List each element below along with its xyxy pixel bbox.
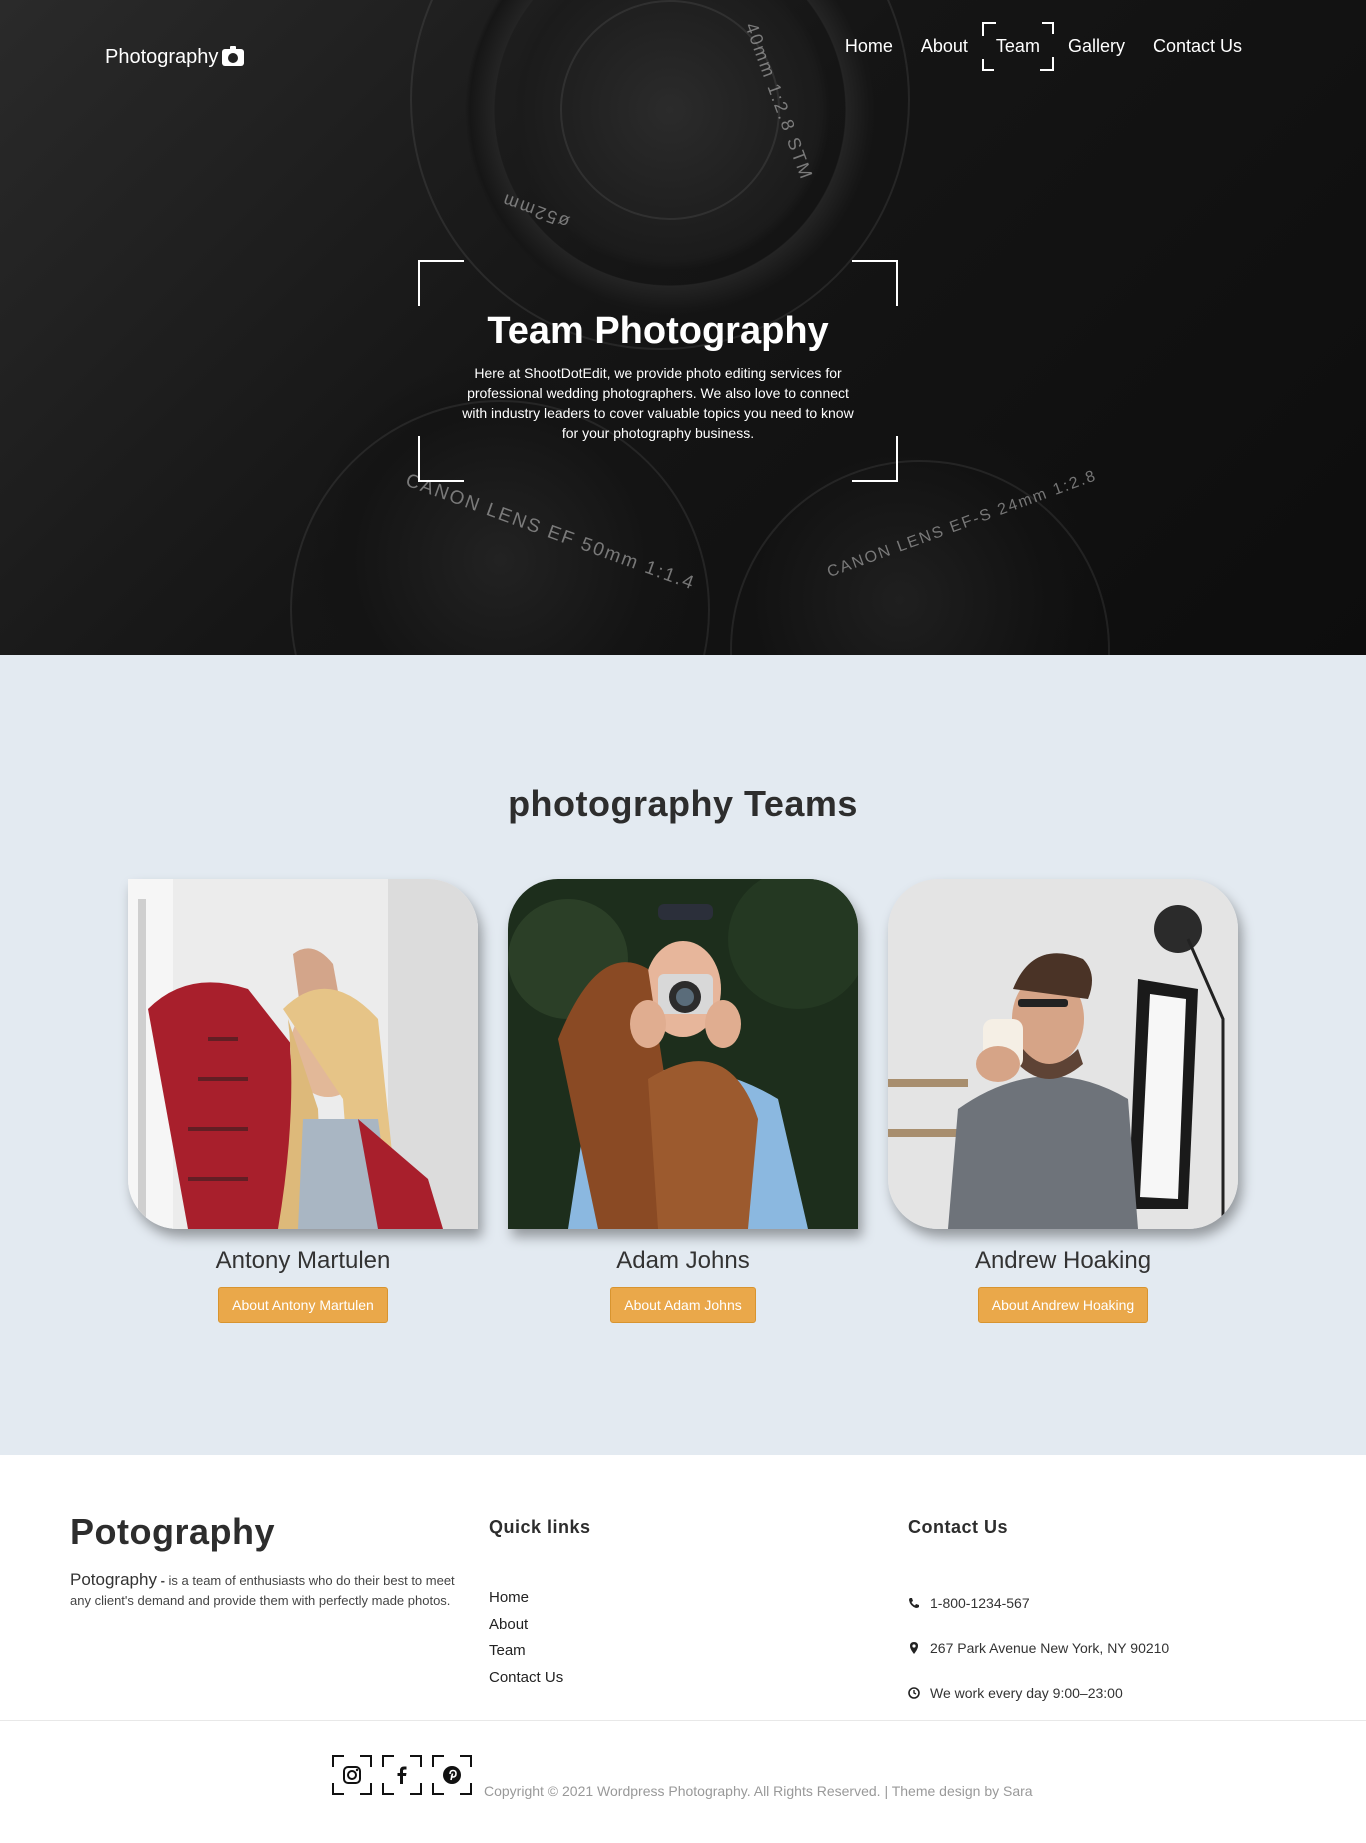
facebook-icon [397,1766,407,1784]
facebook-link[interactable] [382,1755,422,1795]
hero-title: Team Photography [487,310,829,352]
quick-link-home[interactable]: Home [489,1585,563,1612]
frame-corner [852,436,898,482]
footer-brand: Potography [70,1511,276,1552]
frame-corner [418,260,464,306]
phone-icon [909,1597,919,1608]
hero-description: Here at ShootDotEdit, we provide photo e… [462,365,854,441]
member-name: Adam Johns [616,1247,750,1274]
footer-description: Potography - is a team of enthusiasts wh… [70,1570,460,1611]
about-member-button[interactable]: About Adam Johns [610,1287,756,1323]
quick-link-contact[interactable]: Contact Us [489,1665,563,1692]
nav-contact[interactable]: Contact Us [1139,22,1256,71]
instagram-icon [343,1766,361,1784]
team-section: photography Teams Antony Martulen About … [0,655,1366,1455]
nav-team-label: Team [995,36,1040,56]
copyright-text: Copyright © 2021 Wordpress Photography. … [484,1783,1033,1799]
pinterest-link[interactable] [432,1755,472,1795]
member-name: Antony Martulen [215,1247,391,1274]
quick-link-team[interactable]: Team [489,1638,563,1665]
instagram-link[interactable] [332,1755,372,1795]
contact-address: 267 Park Avenue New York, NY 90210 [908,1625,1169,1670]
contact-phone: 1-800-1234-567 [908,1580,1169,1625]
phone-text: 1-800-1234-567 [930,1594,1030,1611]
social-links [332,1755,472,1795]
hero-section: 40mm 1:2.8 STM ø52mm CANON LENS EF 50mm … [0,0,1366,655]
contact-title: Contact Us [908,1517,1009,1537]
quick-links-title: Quick links [489,1517,591,1537]
member-name: Andrew Hoaking [974,1247,1152,1274]
contact-hours: We work every day 9:00–23:00 [908,1670,1169,1715]
nav-home[interactable]: Home [831,22,907,71]
clock-icon [908,1686,920,1699]
nav-gallery[interactable]: Gallery [1054,22,1139,71]
about-member-button[interactable]: About Antony Martulen [218,1287,388,1323]
address-text: 267 Park Avenue New York, NY 90210 [930,1639,1170,1656]
about-member-button[interactable]: About Andrew Hoaking [977,1287,1149,1323]
nav-about[interactable]: About [907,22,982,71]
hero-frame: Team Photography Here at ShootDotEdit, w… [418,260,898,482]
contact-list: 1-800-1234-567 267 Park Avenue New York,… [908,1580,1169,1715]
footer: Potography Potography - is a team of ent… [0,1455,1366,1720]
footer-desc-sep: - [156,1573,169,1588]
team-member-card: Antony Martulen About Antony Martulen [128,879,478,1323]
quick-link-about[interactable]: About [489,1612,563,1639]
team-member-card: Andrew Hoaking About Andrew Hoaking [888,879,1238,1323]
footer-bottom-bar: Copyright © 2021 Wordpress Photography. … [0,1720,1366,1843]
member-photo [888,879,1238,1229]
camera-icon [222,46,245,66]
footer-desc-lead: Potography [70,1570,157,1589]
pinterest-icon [443,1766,461,1784]
quick-links-list: Home About Team Contact Us [489,1585,563,1691]
team-heading: photography Teams [508,783,858,824]
frame-corner [852,260,898,306]
hours-text: We work every day 9:00–23:00 [930,1684,1123,1701]
nav-team[interactable]: Team [981,22,1054,71]
member-photo [128,879,478,1229]
main-nav: Home About Team Gallery Contact Us [831,22,1256,71]
logo-text: Photography [105,46,219,68]
map-pin-icon [910,1641,918,1654]
team-member-card: Adam Johns About Adam Johns [508,879,858,1323]
site-logo[interactable]: Photography [105,46,245,69]
member-photo [508,879,858,1229]
